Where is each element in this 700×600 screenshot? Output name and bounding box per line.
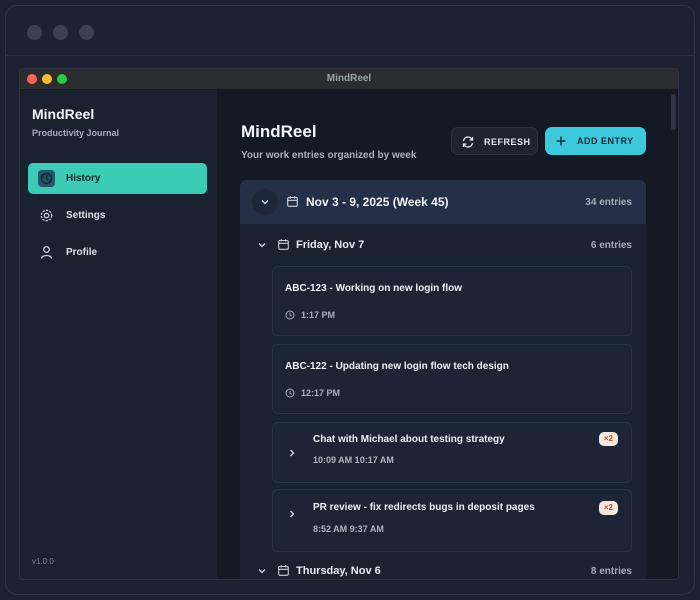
sidebar-item-label: Profile — [66, 247, 98, 258]
outer-dot — [79, 25, 94, 40]
entry-card[interactable]: ABC-122 - Updating new login flow tech d… — [272, 344, 632, 414]
sidebar-item-profile[interactable]: Profile — [28, 237, 207, 268]
gear-icon — [38, 207, 55, 224]
entry-time: 1:17 PM — [301, 310, 336, 320]
day-entry-count: 6 entries — [590, 240, 632, 251]
sidebar-item-label: History — [66, 173, 101, 184]
app-subtitle: Productivity Journal — [32, 128, 120, 138]
week-entry-count: 34 entries — [585, 197, 632, 208]
day-entry-count: 8 entries — [590, 566, 632, 577]
calendar-icon — [287, 196, 298, 207]
clock-icon — [285, 388, 295, 398]
chevron-down-icon[interactable] — [257, 566, 267, 576]
app-name: MindReel — [32, 106, 95, 122]
chevron-right-icon[interactable] — [287, 448, 297, 458]
day-label: Friday, Nov 7 — [296, 239, 365, 251]
add-entry-label: ADD ENTRY — [577, 136, 634, 146]
main-content: MindReel Your work entries organized by … — [218, 90, 678, 579]
entry-title: ABC-122 - Updating new login flow tech d… — [285, 361, 509, 372]
count-badge: ×2 — [598, 432, 618, 446]
calendar-icon — [278, 239, 289, 250]
entry-title: ABC-123 - Working on new login flow — [285, 283, 463, 294]
scrollbar[interactable] — [671, 94, 676, 130]
sidebar-item-history[interactable]: History — [28, 163, 207, 194]
window-title: MindReel — [326, 73, 372, 84]
week-header[interactable]: Nov 3 - 9, 2025 (Week 45) 34 entries — [240, 180, 646, 224]
chevron-right-icon[interactable] — [287, 509, 297, 519]
chevron-down-icon — [261, 200, 269, 205]
day-label: Thursday, Nov 6 — [296, 565, 381, 577]
sidebar: MindReel Productivity Journal History Se… — [20, 90, 218, 579]
sidebar-item-label: Settings — [66, 210, 106, 221]
entry-times: 8:52 AM 9:37 AM — [313, 524, 384, 534]
entry-title: Chat with Michael about testing strategy — [313, 434, 505, 445]
clock-icon — [285, 310, 295, 320]
title-bar: MindReel — [20, 69, 678, 90]
app-window: MindReel MindReel Productivity Journal H… — [19, 68, 679, 580]
add-entry-button[interactable]: ADD ENTRY — [545, 127, 646, 155]
refresh-button[interactable]: REFRESH — [451, 127, 538, 155]
page-subtitle: Your work entries organized by week — [241, 150, 417, 161]
calendar-icon — [278, 565, 289, 576]
user-icon — [38, 244, 55, 261]
sidebar-item-settings[interactable]: Settings — [28, 200, 207, 231]
entry-card[interactable]: ABC-123 - Working on new login flow 1:17… — [272, 266, 632, 336]
refresh-label: REFRESH — [484, 137, 531, 147]
collapse-week-button[interactable] — [252, 189, 278, 215]
outer-toolbar — [6, 6, 694, 56]
week-label: Nov 3 - 9, 2025 (Week 45) — [306, 195, 449, 209]
history-icon — [38, 170, 55, 187]
page-title: MindReel — [241, 122, 317, 141]
version-label: v1.0.0 — [32, 557, 54, 566]
outer-dot — [53, 25, 68, 40]
chevron-down-icon[interactable] — [257, 240, 267, 250]
entry-time: 12:17 PM — [301, 388, 341, 398]
plus-icon — [554, 134, 568, 148]
refresh-icon — [461, 135, 475, 149]
entry-group-card[interactable]: Chat with Michael about testing strategy… — [272, 422, 632, 483]
entry-group-card[interactable]: PR review - fix redirects bugs in deposi… — [272, 489, 632, 552]
outer-dot — [27, 25, 42, 40]
week-panel: Nov 3 - 9, 2025 (Week 45) 34 entries Fri… — [240, 180, 646, 579]
count-badge: ×2 — [598, 501, 618, 515]
entry-times: 10:09 AM 10:17 AM — [313, 455, 394, 465]
entry-title: PR review - fix redirects bugs in deposi… — [313, 502, 535, 513]
